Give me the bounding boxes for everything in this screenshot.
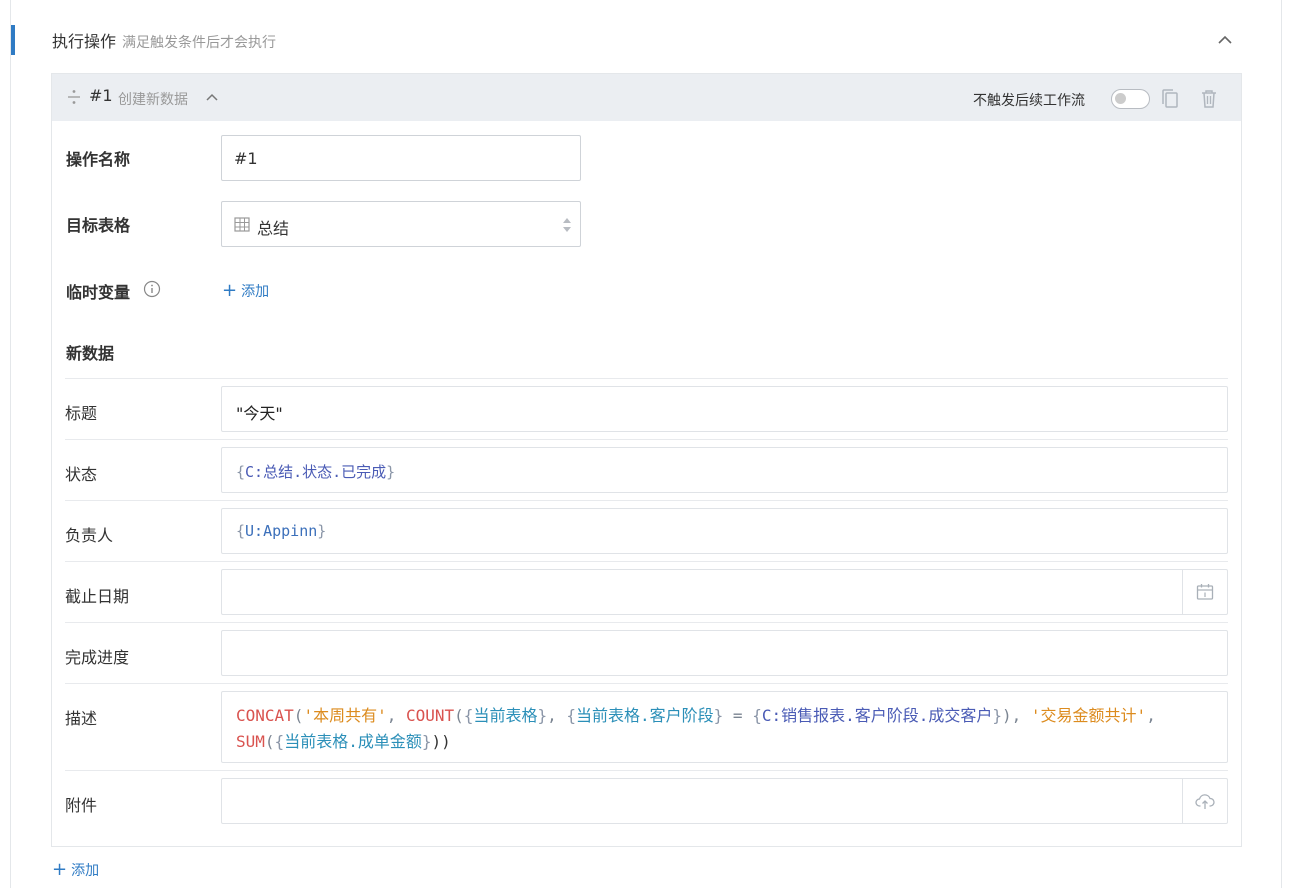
field-label-status: 状态 (65, 465, 98, 484)
new-data-label: 新数据 (66, 344, 115, 363)
formula-token: 当前表格.客户阶段 (576, 706, 714, 725)
field-label-description: 描述 (65, 709, 98, 728)
formula-token: ( (454, 706, 464, 725)
operation-type: 创建新数据 (118, 92, 188, 108)
field-label-owner: 负责人 (65, 526, 114, 545)
select-arrows-icon (563, 218, 571, 232)
target-table-label: 目标表格 (66, 216, 131, 235)
add-temp-variable-label: 添加 (241, 284, 270, 300)
formula-token: } (537, 706, 548, 725)
formula-token: , (386, 706, 406, 725)
divider (65, 683, 1228, 684)
formula-token: SUM (236, 732, 265, 751)
trash-icon[interactable] (1199, 88, 1219, 110)
formula-token: { (463, 706, 474, 725)
operation-name-label: 操作名称 (66, 150, 131, 169)
field-label-attachment: 附件 (65, 796, 98, 815)
section-header: 执行操作 满足触发条件后才会执行 (52, 28, 276, 52)
divider (65, 770, 1228, 771)
add-operation-button[interactable]: + 添加 (52, 860, 99, 880)
field-value-status: {C:总结.状态.已完成} (236, 461, 395, 482)
field-input-deadline[interactable] (221, 569, 1228, 615)
field-label-deadline: 截止日期 (65, 587, 130, 606)
formula-token: ( (264, 732, 275, 751)
plus-icon: + (52, 859, 68, 880)
drag-handle-icon[interactable] (66, 88, 82, 106)
upload-button[interactable] (1182, 779, 1227, 823)
divider (65, 561, 1228, 562)
target-table-value: 总结 (257, 219, 290, 238)
divider (65, 378, 1228, 379)
formula-token: , (1146, 706, 1156, 725)
add-temp-variable-button[interactable]: + 添加 (222, 281, 269, 301)
formula-token: C:销售报表.客户阶段.成交客户 (761, 706, 993, 725)
no-trigger-label: 不触发后续工作流 (973, 93, 1085, 109)
formula-token: ( (293, 706, 304, 725)
operation-number: #1 (89, 86, 113, 105)
formula-token: )) (431, 732, 451, 751)
chevron-up-icon[interactable] (204, 89, 220, 105)
field-label-title: 标题 (65, 404, 98, 423)
formula-token: } (992, 706, 1003, 725)
field-input-progress[interactable] (221, 630, 1228, 676)
formula-token: { (274, 732, 285, 751)
formula-token: '本周共有' (303, 706, 387, 725)
description-formula: CONCAT('本周共有', COUNT({当前表格}, {当前表格.客户阶段}… (236, 703, 1211, 755)
field-input-status[interactable]: {C:总结.状态.已完成} (221, 447, 1228, 493)
right-frame-border (1281, 0, 1282, 888)
upload-cloud-icon (1195, 794, 1215, 809)
toggle-knob (1115, 93, 1126, 104)
operation-header[interactable]: #1 创建新数据 不触发后续工作流 (52, 74, 1241, 121)
field-input-attachment[interactable] (221, 778, 1228, 824)
formula-token: COUNT (405, 706, 455, 725)
formula-token: = (723, 706, 753, 725)
operation-name-value: #1 (234, 149, 258, 168)
table-icon (234, 217, 250, 232)
user-reference: U:Appinn (245, 522, 318, 540)
divider (65, 439, 1228, 440)
formula-token: CONCAT (236, 706, 294, 725)
operation-name-input[interactable]: #1 (221, 135, 581, 181)
add-operation-label: 添加 (71, 863, 100, 879)
date-picker-button[interactable] (1182, 570, 1227, 614)
brace-open: { (236, 522, 246, 540)
section-accent-bar (11, 25, 15, 55)
formula-token: } (713, 706, 724, 725)
chevron-up-icon[interactable] (1214, 30, 1236, 50)
info-icon[interactable] (143, 280, 161, 298)
left-frame-border (10, 0, 11, 888)
copy-icon[interactable] (1160, 88, 1180, 110)
brace-close: } (317, 522, 327, 540)
field-value-owner: {U:Appinn} (236, 522, 326, 540)
section-title: 执行操作 (52, 32, 117, 51)
target-table-select[interactable]: 总结 (221, 201, 581, 247)
formula-token: { (752, 706, 762, 725)
option-reference: C:总结.状态.已完成 (245, 463, 387, 481)
formula-token: '交易金额共计' (1030, 706, 1147, 725)
divider (65, 622, 1228, 623)
formula-token: 当前表格 (473, 706, 538, 725)
field-input-owner[interactable]: {U:Appinn} (221, 508, 1228, 554)
formula-token: ), (1002, 706, 1031, 725)
calendar-icon (1196, 584, 1214, 600)
field-label-progress: 完成进度 (65, 648, 130, 667)
temp-variable-label: 临时变量 (66, 283, 131, 302)
plus-icon: + (222, 280, 238, 301)
formula-token: 当前表格.成单金额 (284, 732, 422, 751)
operation-card: #1 创建新数据 不触发后续工作流 操作名称 #1 目标表格 总结 临时变量 +… (51, 73, 1242, 847)
brace-open: { (236, 463, 246, 481)
formula-token: { (566, 706, 576, 725)
divider (65, 500, 1228, 501)
brace-close: } (386, 463, 396, 481)
no-trigger-toggle[interactable] (1111, 89, 1150, 109)
field-input-description[interactable]: CONCAT('本周共有', COUNT({当前表格}, {当前表格.客户阶段}… (221, 691, 1228, 763)
field-input-title[interactable]: "今天" (221, 386, 1228, 432)
section-subtitle: 满足触发条件后才会执行 (122, 35, 277, 51)
formula-token: , (547, 706, 567, 725)
field-value-title: "今天" (236, 404, 283, 423)
